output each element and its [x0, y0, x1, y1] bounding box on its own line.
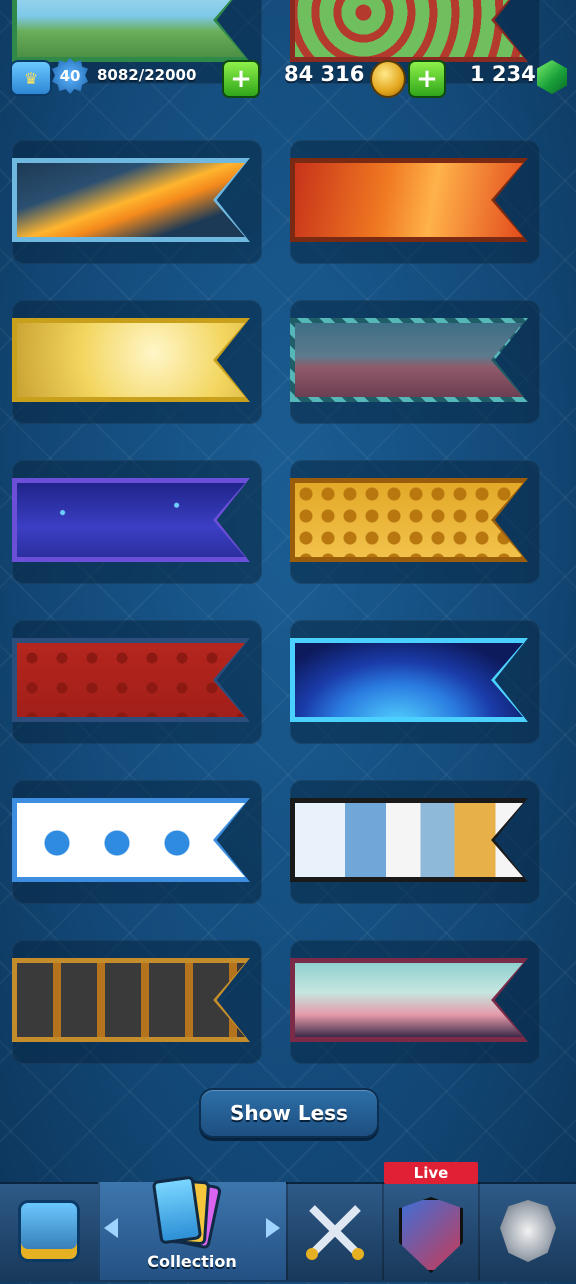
- collection-cards-icon: [151, 1175, 223, 1250]
- arrow-right-icon[interactable]: [266, 1218, 280, 1238]
- meadow-banner: [12, 0, 250, 62]
- treasure-chest-icon: [18, 1200, 80, 1262]
- tab-events[interactable]: [384, 1186, 478, 1284]
- show-less-button[interactable]: Show Less: [199, 1088, 379, 1138]
- tab-collection-label: Collection: [147, 1252, 237, 1271]
- add-gold-button[interactable]: +: [408, 60, 446, 98]
- banner-slot[interactable]: [12, 940, 262, 1064]
- banner-slot[interactable]: [12, 460, 262, 584]
- banner-slot[interactable]: [290, 140, 540, 264]
- level-number: 40: [59, 67, 81, 85]
- gold-pattern-banner: [290, 478, 528, 562]
- banner-slot[interactable]: [12, 140, 262, 264]
- crown-icon[interactable]: ♛: [10, 60, 52, 96]
- gold-coin-icon: [370, 60, 406, 98]
- golden-flame-banner: [12, 158, 250, 242]
- constellation-banner: [12, 478, 250, 562]
- banner-slot[interactable]: [290, 940, 540, 1064]
- plus-icon: +: [416, 64, 438, 94]
- golden-temple-banner: [12, 318, 250, 402]
- banner-slot[interactable]: [290, 780, 540, 904]
- goblin-banner: [290, 0, 528, 62]
- red-star-banner: [12, 638, 250, 722]
- gem-icon: [537, 60, 567, 94]
- arrow-left-icon[interactable]: [104, 1218, 118, 1238]
- tab-clan[interactable]: [480, 1182, 576, 1280]
- live-badge: Live: [384, 1162, 478, 1184]
- pastel-sky-banner: [290, 958, 528, 1042]
- plus-icon: +: [230, 64, 252, 94]
- tab-shop[interactable]: [0, 1182, 98, 1280]
- xp-progress: 8082/22000: [97, 66, 197, 84]
- banner-slot[interactable]: [12, 780, 262, 904]
- banner-slot[interactable]: [290, 460, 540, 584]
- comic-banner: [290, 798, 528, 882]
- banner-slot[interactable]: [12, 300, 262, 424]
- banner-slot[interactable]: [290, 620, 540, 744]
- crossed-swords-icon: [306, 1205, 364, 1260]
- level-badge: 40: [52, 58, 88, 94]
- rock-speakers-banner: [12, 958, 250, 1042]
- banner-slot[interactable]: [290, 300, 540, 424]
- clan-badge-icon: [500, 1200, 556, 1262]
- blue-bat-banner: [12, 798, 250, 882]
- banner-slot[interactable]: [12, 620, 262, 744]
- gold-amount: 84 316: [284, 62, 365, 86]
- tab-battle[interactable]: [288, 1182, 382, 1280]
- planet-banner: [290, 638, 528, 722]
- candle-wood-banner: [290, 318, 528, 402]
- top-status-bar: ♛ 40 8082/22000 + 84 316 + 1 234: [0, 56, 576, 98]
- gems-amount: 1 234: [470, 62, 536, 86]
- add-xp-button[interactable]: +: [222, 60, 260, 98]
- shield-icon: [399, 1197, 463, 1273]
- fire-banner: [290, 158, 528, 242]
